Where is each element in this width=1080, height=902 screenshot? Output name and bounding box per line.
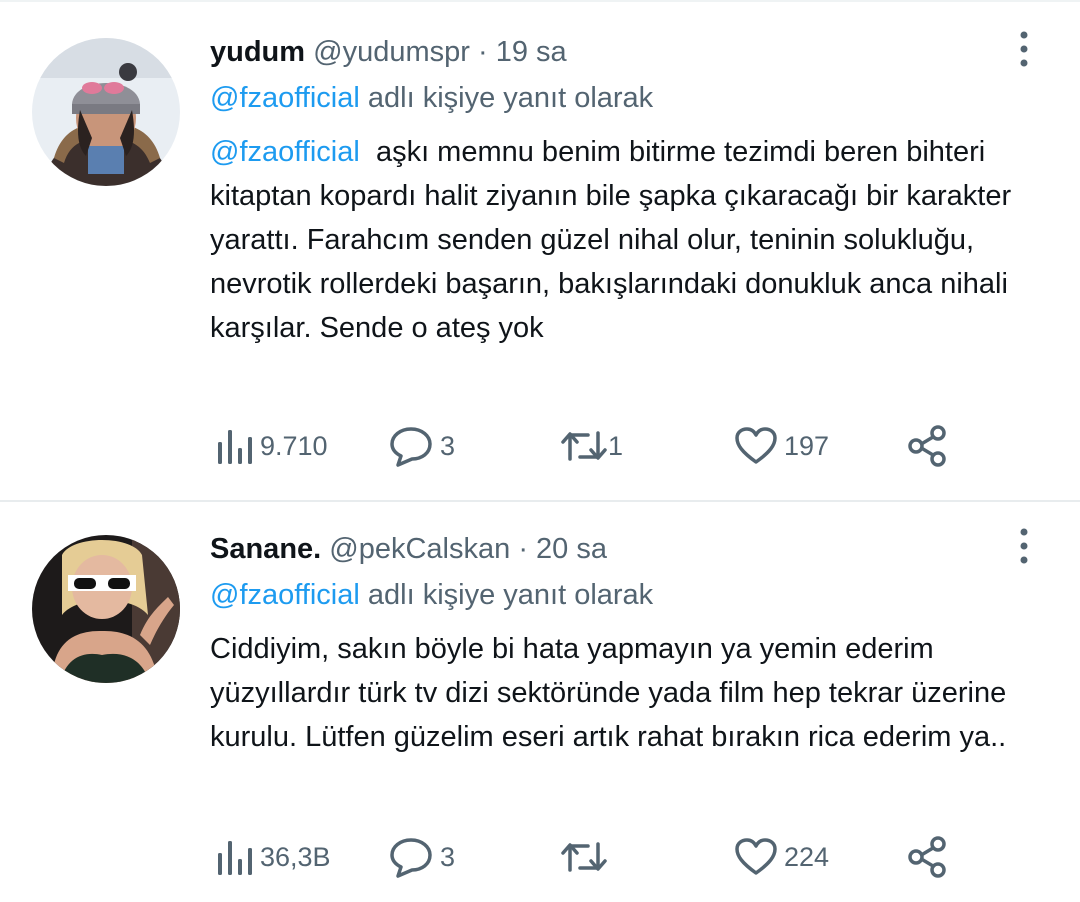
avatar[interactable]: [32, 38, 180, 186]
retweet-button[interactable]: 1: [560, 421, 623, 471]
vertical-dots-icon: [1020, 31, 1028, 67]
tweet-header: yudum @yudumspr · 19 sa: [210, 35, 567, 69]
like-button[interactable]: 197: [734, 421, 829, 471]
reply-count: 3: [440, 841, 456, 872]
reply-context: @fzaofficial adlı kişiye yanıt olarak: [210, 578, 653, 612]
retweet-arrows-icon: [561, 431, 607, 461]
views-count: 9.710: [260, 430, 328, 461]
tweet-2[interactable]: Sanane. @pekCalskan · 20 sa @fzaofficial…: [0, 502, 1080, 902]
speech-bubble-icon: [390, 427, 432, 467]
timestamp[interactable]: 20 sa: [536, 533, 607, 565]
like-button[interactable]: 224: [734, 832, 829, 882]
avatar[interactable]: [32, 535, 180, 683]
share-nodes-icon: [908, 836, 946, 878]
reply-button[interactable]: 3: [388, 832, 455, 882]
retweet-button[interactable]: [560, 832, 608, 882]
separator-dot: ·: [477, 36, 488, 68]
retweet-arrows-icon: [561, 842, 607, 872]
tweet-text: @fzaofficial aşkı memnu benim bitirme te…: [210, 130, 1050, 350]
speech-bubble-icon: [390, 838, 432, 878]
reply-count: 3: [440, 430, 456, 461]
share-nodes-icon: [908, 425, 946, 467]
text-mention-link[interactable]: @fzaofficial: [210, 136, 360, 168]
tweet-header: Sanane. @pekCalskan · 20 sa: [210, 532, 607, 566]
action-bar: 36,3B 3 224: [210, 832, 1010, 882]
views-count: 36,3B: [260, 841, 331, 872]
reply-mention-link[interactable]: @fzaofficial: [210, 579, 360, 611]
tweet-text: Ciddiyim, sakın böyle bi hata yapmayın y…: [210, 627, 1050, 759]
reply-mention-link[interactable]: @fzaofficial: [210, 82, 360, 114]
timestamp[interactable]: 19 sa: [496, 36, 567, 68]
reply-context: @fzaofficial adlı kişiye yanıt olarak: [210, 81, 653, 115]
display-name[interactable]: yudum: [210, 36, 305, 68]
username[interactable]: @yudumspr: [313, 36, 470, 68]
share-button[interactable]: [906, 421, 950, 471]
retweet-count: 1: [608, 430, 624, 461]
vertical-dots-icon: [1020, 528, 1028, 564]
tweet-1[interactable]: yudum @yudumspr · 19 sa @fzaofficial adl…: [0, 0, 1080, 500]
share-button[interactable]: [906, 832, 950, 882]
like-count: 224: [784, 841, 830, 872]
more-options-button[interactable]: [1012, 527, 1036, 565]
reply-context-label: adlı kişiye yanıt olarak: [367, 82, 654, 114]
views-button[interactable]: 36,3B: [216, 832, 331, 882]
more-options-button[interactable]: [1012, 30, 1036, 68]
reply-context-label: adlı kişiye yanıt olarak: [367, 579, 654, 611]
username[interactable]: @pekCalskan: [329, 533, 510, 565]
views-button[interactable]: 9.710: [216, 421, 328, 471]
display-name[interactable]: Sanane.: [210, 533, 321, 565]
bar-chart-icon: [218, 841, 252, 875]
separator-dot: ·: [518, 533, 528, 565]
bar-chart-icon: [218, 430, 252, 464]
like-count: 197: [784, 430, 830, 461]
heart-icon: [735, 838, 777, 875]
reply-button[interactable]: 3: [388, 421, 455, 471]
heart-icon: [735, 427, 777, 464]
action-bar: 9.710 3 1 197: [210, 421, 1010, 471]
tweet-text-content: Ciddiyim, sakın böyle bi hata yapmayın y…: [210, 633, 1007, 753]
